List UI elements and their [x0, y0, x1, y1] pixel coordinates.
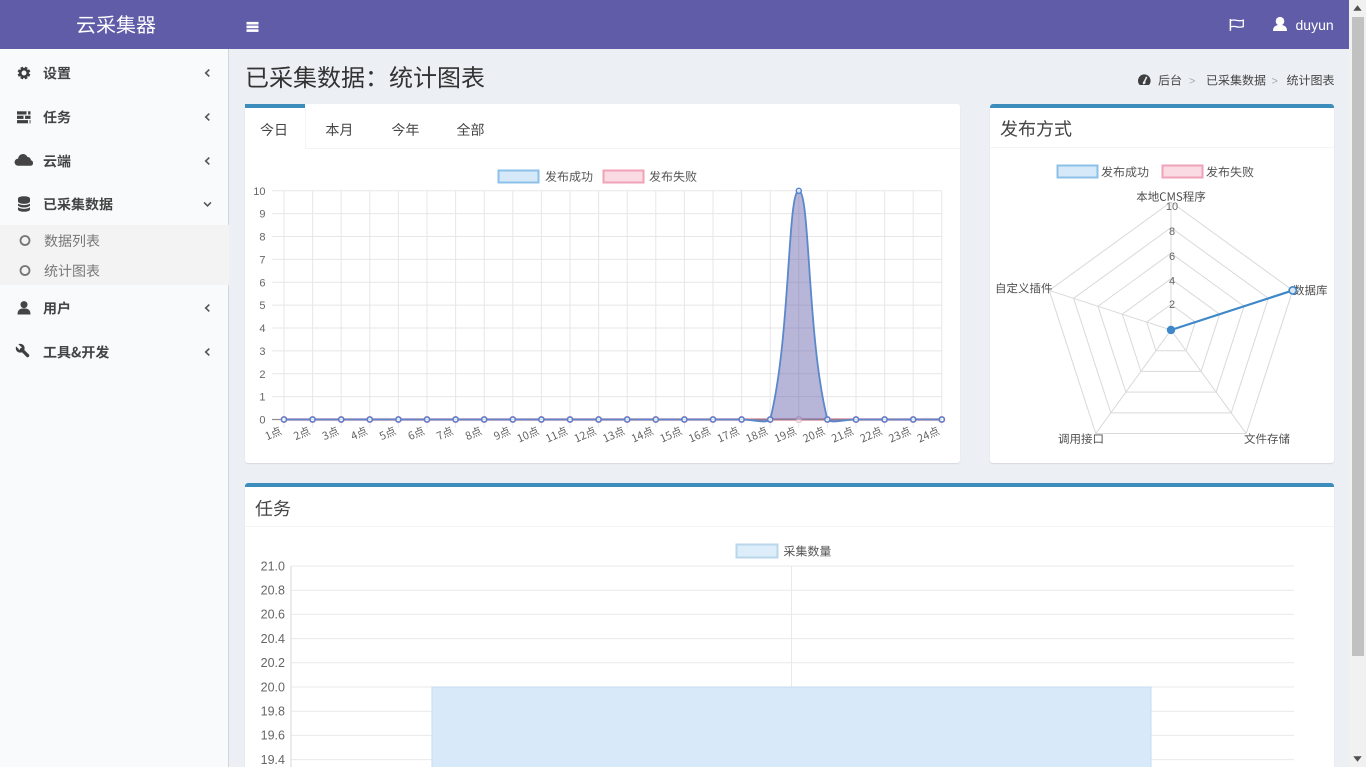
svg-text:5: 5 — [259, 300, 265, 312]
svg-text:4: 4 — [1169, 275, 1175, 287]
svg-text:8: 8 — [1169, 226, 1175, 238]
svg-text:0: 0 — [259, 415, 265, 427]
svg-text:9: 9 — [259, 209, 265, 221]
svg-text:19.6: 19.6 — [261, 729, 285, 743]
svg-text:>: > — [1272, 75, 1278, 87]
svg-text:10: 10 — [253, 186, 265, 198]
svg-text:19.8: 19.8 — [261, 705, 285, 719]
svg-text:2: 2 — [1169, 299, 1175, 311]
svg-text:19.4: 19.4 — [261, 753, 285, 767]
svg-text:6: 6 — [1169, 251, 1175, 263]
svg-text:1: 1 — [259, 392, 265, 404]
svg-text:20.6: 20.6 — [261, 608, 285, 622]
svg-text:8: 8 — [259, 232, 265, 244]
svg-text:21.0: 21.0 — [261, 559, 285, 573]
svg-text:20.2: 20.2 — [261, 656, 285, 670]
svg-text:10: 10 — [1166, 201, 1178, 213]
svg-text:duyun: duyun — [1296, 17, 1334, 33]
svg-text:7: 7 — [259, 254, 265, 266]
svg-text:4: 4 — [259, 323, 265, 335]
svg-text:20.8: 20.8 — [261, 584, 285, 598]
svg-text:>: > — [1189, 75, 1195, 87]
svg-text:3: 3 — [259, 346, 265, 358]
svg-text:2: 2 — [259, 369, 265, 381]
svg-text:20.0: 20.0 — [261, 680, 285, 694]
svg-text:20.4: 20.4 — [261, 632, 285, 646]
svg-text:6: 6 — [259, 277, 265, 289]
